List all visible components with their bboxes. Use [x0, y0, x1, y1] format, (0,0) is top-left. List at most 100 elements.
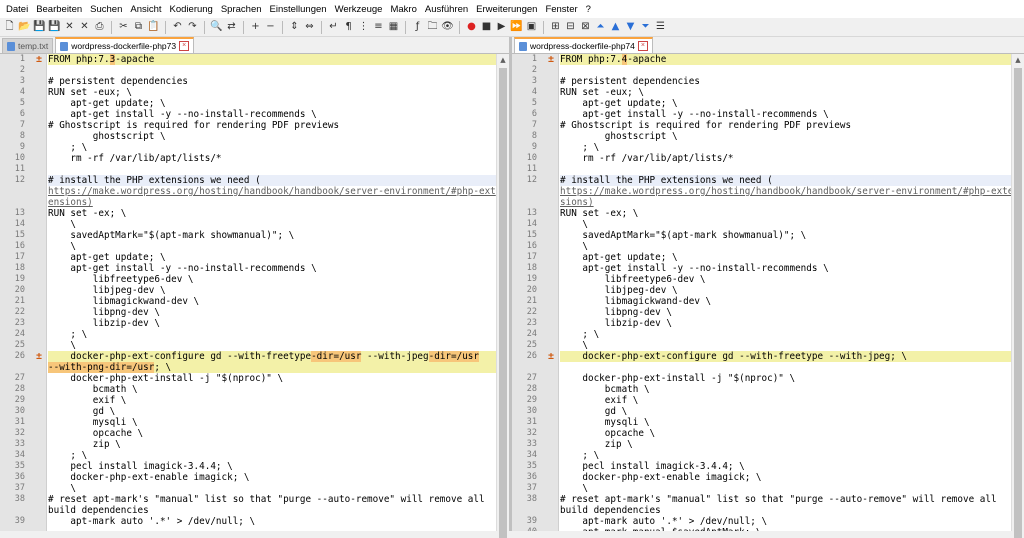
code-line[interactable]: 6 apt-get install -y --no-install-recomm… [512, 109, 1012, 120]
code-line[interactable]: 3 # persistent dependencies [0, 76, 497, 87]
left-vertical-scrollbar[interactable]: ▲ [496, 54, 509, 538]
code-line[interactable]: 20 libjpeg-dev \ [0, 285, 497, 296]
lang-icon[interactable]: ≡ [372, 21, 385, 34]
code-line[interactable]: 33 zip \ [512, 439, 1012, 450]
code-line[interactable]: 25 \ [0, 340, 497, 351]
code-line[interactable]: 9 ; \ [512, 142, 1012, 153]
code-line[interactable]: 23 libzip-dev \ [0, 318, 497, 329]
play-macro-icon[interactable]: ▶ [495, 21, 508, 34]
code-line[interactable]: 11 [0, 164, 497, 175]
compare-settings-icon[interactable]: ⊟ [564, 21, 577, 34]
code-line[interactable] [512, 362, 1012, 373]
stop-record-icon[interactable]: ■ [480, 21, 493, 34]
code-line[interactable]: 15 savedAptMark="$(apt-mark showmanual)"… [512, 230, 1012, 241]
menu-kodierung[interactable]: Kodierung [166, 4, 217, 15]
scroll-up-icon[interactable]: ▲ [497, 54, 509, 66]
tab-wordpress-dockerfile-php74[interactable]: wordpress-dockerfile-php74 × [514, 37, 653, 53]
code-line[interactable]: sions) [512, 197, 1012, 208]
code-line[interactable]: 23 libzip-dev \ [512, 318, 1012, 329]
open-file-icon[interactable]: 📂 [18, 21, 31, 34]
code-line[interactable]: 27 docker-php-ext-install -j "$(nproc)" … [0, 373, 497, 384]
all-characters-icon[interactable]: ¶ [342, 21, 355, 34]
code-line[interactable]: https://make.wordpress.org/hosting/handb… [512, 186, 1012, 197]
code-line[interactable]: 30 gd \ [512, 406, 1012, 417]
menu-werkzeuge[interactable]: Werkzeuge [331, 4, 387, 15]
code-line[interactable]: 2 [512, 65, 1012, 76]
find-icon[interactable]: 🔍 [210, 21, 223, 34]
save-all-icon[interactable]: 💾 [48, 21, 61, 34]
menu-makro[interactable]: Makro [386, 4, 420, 15]
redo-icon[interactable]: ↷ [186, 21, 199, 34]
close-tab-icon[interactable]: × [179, 41, 190, 51]
menu-ausf-hren[interactable]: Ausführen [421, 4, 472, 15]
code-line[interactable]: 26 ± docker-php-ext-configure gd --with-f… [512, 351, 1012, 362]
code-line[interactable]: 15 savedAptMark="$(apt-mark showmanual)"… [0, 230, 497, 241]
function-list-icon[interactable]: ƒ [411, 21, 424, 34]
code-line[interactable]: 25 \ [512, 340, 1012, 351]
zoom-out-icon[interactable]: − [264, 21, 277, 34]
cut-icon[interactable]: ✂ [117, 21, 130, 34]
monitoring-icon[interactable]: 👁 [441, 21, 454, 34]
code-line[interactable]: 8 ghostscript \ [0, 131, 497, 142]
code-line[interactable]: 5 apt-get update; \ [0, 98, 497, 109]
undo-icon[interactable]: ↶ [171, 21, 184, 34]
menu-sprachen[interactable]: Sprachen [217, 4, 266, 15]
code-line[interactable]: 38 # reset apt-mark's "manual" list so th… [512, 494, 1012, 505]
code-line[interactable]: 35 pecl install imagick-3.4.4; \ [0, 461, 497, 472]
sync-vertical-icon[interactable]: ⇕ [288, 21, 301, 34]
tab-wordpress-dockerfile-php73[interactable]: wordpress-dockerfile-php73 × [55, 37, 195, 53]
code-line[interactable]: 16 \ [0, 241, 497, 252]
indent-guide-icon[interactable]: ⋮ [357, 21, 370, 34]
code-line[interactable]: build dependencies [0, 505, 497, 516]
menu-suchen[interactable]: Suchen [86, 4, 126, 15]
code-line[interactable]: 13 RUN set -ex; \ [0, 208, 497, 219]
menu-ansicht[interactable]: Ansicht [126, 4, 165, 15]
code-line[interactable]: 12 # install the PHP extensions we need ( [512, 175, 1012, 186]
scroll-thumb[interactable] [499, 68, 507, 538]
save-icon[interactable]: 💾 [33, 21, 46, 34]
replace-icon[interactable]: ⇄ [225, 21, 238, 34]
close-all-icon[interactable]: ✕ [78, 21, 91, 34]
code-line[interactable]: 35 pecl install imagick-3.4.4; \ [512, 461, 1012, 472]
code-line[interactable]: 32 opcache \ [512, 428, 1012, 439]
code-line[interactable]: 31 mysqli \ [512, 417, 1012, 428]
code-line[interactable]: 17 apt-get update; \ [512, 252, 1012, 263]
code-line[interactable]: 28 bcmath \ [512, 384, 1012, 395]
code-line[interactable]: 5 apt-get update; \ [512, 98, 1012, 109]
code-line[interactable]: 18 apt-get install -y --no-install-recom… [0, 263, 497, 274]
code-line[interactable]: 24 ; \ [512, 329, 1012, 340]
scroll-up-icon[interactable]: ▲ [1012, 54, 1024, 66]
code-line[interactable]: 10 rm -rf /var/lib/apt/lists/* [0, 153, 497, 164]
copy-icon[interactable]: ⧉ [132, 21, 145, 34]
code-line[interactable]: 21 libmagickwand-dev \ [512, 296, 1012, 307]
code-line[interactable]: 22 libpng-dev \ [0, 307, 497, 318]
code-line[interactable]: 38 # reset apt-mark's "manual" list so th… [0, 494, 497, 505]
code-line[interactable]: 39 apt-mark auto '.*' > /dev/null; \ [0, 516, 497, 527]
code-line[interactable]: 36 docker-php-ext-enable imagick; \ [0, 472, 497, 483]
zoom-in-icon[interactable]: + [249, 21, 262, 34]
code-line[interactable]: build dependencies [512, 505, 1012, 516]
close-tab-icon[interactable]: × [637, 41, 648, 51]
code-line[interactable]: 20 libjpeg-dev \ [512, 285, 1012, 296]
code-line[interactable]: 26 ± docker-php-ext-configure gd --with-f… [0, 351, 497, 362]
next-diff-icon[interactable]: ▼ [624, 21, 637, 34]
code-line[interactable]: 27 docker-php-ext-install -j "$(nproc)" … [512, 373, 1012, 384]
code-line[interactable]: 21 libmagickwand-dev \ [0, 296, 497, 307]
save-macro-icon[interactable]: ▣ [525, 21, 538, 34]
first-diff-icon[interactable]: ⏶ [594, 21, 607, 34]
code-line[interactable]: 34 ; \ [0, 450, 497, 461]
code-line[interactable]: 14 \ [512, 219, 1012, 230]
menu-bearbeiten[interactable]: Bearbeiten [32, 4, 86, 15]
code-line[interactable]: 11 [512, 164, 1012, 175]
code-line[interactable]: 29 exif \ [512, 395, 1012, 406]
print-icon[interactable]: ⎙ [93, 21, 106, 34]
code-line[interactable]: ensions) [0, 197, 497, 208]
compare-icon[interactable]: ⊞ [549, 21, 562, 34]
menu--[interactable]: ? [582, 4, 595, 15]
code-line[interactable]: 28 bcmath \ [0, 384, 497, 395]
code-line[interactable]: 8 ghostscript \ [512, 131, 1012, 142]
code-line[interactable]: 29 exif \ [0, 395, 497, 406]
code-line[interactable]: 1 ± FROM php:7.3-apache [0, 54, 497, 65]
close-icon[interactable]: ✕ [63, 21, 76, 34]
code-line[interactable]: 19 libfreetype6-dev \ [0, 274, 497, 285]
